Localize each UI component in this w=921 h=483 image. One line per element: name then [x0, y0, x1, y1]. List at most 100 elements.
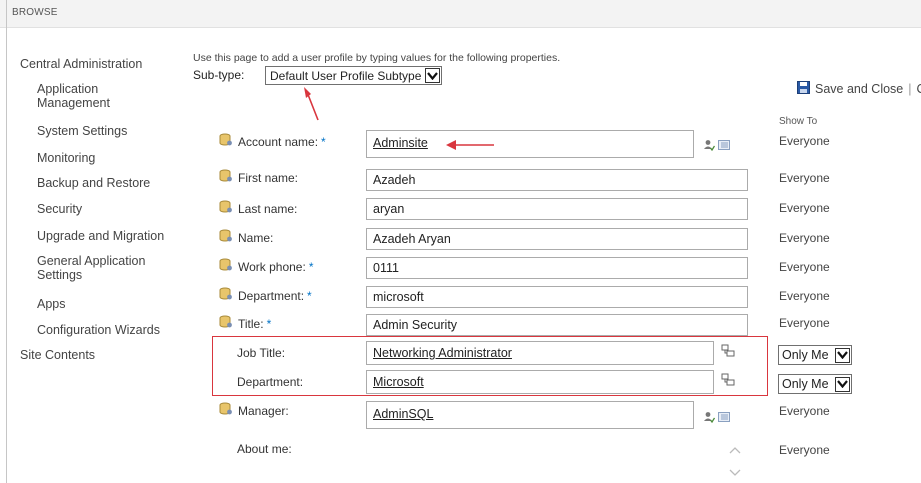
- privacy-select-department[interactable]: Only Me: [778, 374, 852, 394]
- nav-apps[interactable]: Apps: [37, 297, 66, 311]
- subtype-select[interactable]: Default User Profile Subtype: [265, 66, 443, 85]
- show-to-first-name: Everyone: [779, 171, 830, 185]
- database-user-icon: [219, 200, 233, 217]
- work-phone-label: Work phone: *: [219, 258, 314, 275]
- last-name-label: Last name:: [219, 200, 297, 217]
- check-names-icon[interactable]: [703, 139, 716, 154]
- field-value: Networking Administrator: [373, 346, 512, 360]
- required-marker: *: [307, 288, 312, 303]
- show-to-work-phone: Everyone: [779, 260, 830, 274]
- name-label: Name:: [219, 229, 273, 246]
- nav-label-line1: Application: [37, 82, 99, 96]
- show-to-about-me: Everyone: [779, 443, 830, 457]
- check-names-icon[interactable]: [703, 411, 716, 426]
- privacy-select-job-title[interactable]: Only Me: [778, 345, 852, 365]
- field-value: AdminSQL: [373, 407, 434, 421]
- database-user-icon: [219, 229, 233, 246]
- nav-label-line2: Management: [37, 96, 110, 110]
- manager-label: Manager:: [219, 402, 289, 419]
- label-text: Name:: [238, 230, 274, 245]
- database-user-icon: [219, 258, 233, 275]
- field-value: aryan: [373, 202, 405, 216]
- first-name-field[interactable]: Azadeh: [366, 169, 748, 191]
- job-title-label: Job Title:: [237, 346, 286, 360]
- about-me-label: About me:: [237, 442, 292, 456]
- show-to-manager: Everyone: [779, 404, 830, 418]
- department-secondary-field[interactable]: Microsoft: [366, 370, 714, 394]
- policy-icon[interactable]: [721, 373, 735, 390]
- nav-application-management[interactable]: Application Management: [37, 82, 110, 110]
- chevron-down-icon[interactable]: [835, 347, 850, 363]
- privacy-value: Only Me: [782, 377, 829, 391]
- database-user-icon: [219, 402, 233, 419]
- field-value: Azadeh: [373, 173, 416, 187]
- subtype-label: Sub-type:: [193, 68, 245, 82]
- nav-system-settings[interactable]: System Settings: [37, 124, 127, 138]
- nav-central-administration[interactable]: Central Administration: [20, 57, 142, 71]
- department-field[interactable]: microsoft: [366, 286, 748, 308]
- policy-icon[interactable]: [721, 344, 735, 361]
- field-value: Azadeh Aryan: [373, 232, 451, 246]
- browse-address-book-icon[interactable]: [718, 139, 731, 154]
- nav-general-application-settings[interactable]: General Application Settings: [37, 254, 145, 282]
- job-title-field[interactable]: Networking Administrator: [366, 341, 714, 365]
- label-text: Title:: [238, 316, 264, 331]
- scroll-down-icon[interactable]: [729, 466, 741, 480]
- nav-backup-restore[interactable]: Backup and Restore: [37, 176, 150, 190]
- save-toolbar: Save and Close | Ca: [797, 81, 921, 97]
- people-picker-icons: [703, 411, 731, 426]
- field-value: Admin Security: [373, 318, 458, 332]
- title-label: Title: *: [219, 315, 271, 332]
- people-picker-icons: [703, 139, 731, 154]
- browse-address-book-icon[interactable]: [718, 411, 731, 426]
- account-name-field[interactable]: Adminsite: [366, 130, 694, 158]
- required-marker: *: [308, 259, 314, 274]
- department-secondary-label: Department:: [237, 375, 304, 389]
- nav-monitoring[interactable]: Monitoring: [37, 151, 95, 165]
- database-user-icon: [219, 287, 233, 304]
- nav-site-contents[interactable]: Site Contents: [20, 348, 95, 362]
- chevron-down-icon[interactable]: [425, 68, 441, 83]
- label-text: First name:: [238, 170, 299, 185]
- label-text: Account name:: [238, 134, 319, 149]
- department-label: Department: *: [219, 287, 312, 304]
- label-text: Manager:: [238, 403, 289, 418]
- work-phone-field[interactable]: 0111: [366, 257, 748, 279]
- show-to-last-name: Everyone: [779, 201, 830, 215]
- label-text: Last name:: [238, 201, 298, 216]
- label-text: Department:: [238, 288, 305, 303]
- label-text: Work phone:: [238, 259, 306, 274]
- nav-upgrade-migration[interactable]: Upgrade and Migration: [37, 229, 164, 243]
- database-user-icon: [219, 133, 233, 150]
- display-name-field[interactable]: Azadeh Aryan: [366, 228, 748, 250]
- field-value: Microsoft: [373, 375, 424, 389]
- save-disk-icon[interactable]: [797, 81, 810, 97]
- page-description: Use this page to add a user profile by t…: [193, 52, 561, 64]
- nav-security[interactable]: Security: [37, 202, 82, 216]
- show-to-department: Everyone: [779, 289, 830, 303]
- chevron-down-icon[interactable]: [835, 376, 850, 392]
- show-to-name: Everyone: [779, 231, 830, 245]
- required-marker: *: [321, 134, 326, 149]
- cancel-button[interactable]: Ca: [917, 82, 921, 96]
- scroll-up-icon[interactable]: [729, 443, 741, 457]
- show-to-header: Show To: [779, 116, 818, 127]
- save-and-close-button[interactable]: Save and Close: [815, 82, 903, 96]
- field-value: Adminsite: [373, 136, 428, 150]
- first-name-label: First name:: [219, 169, 298, 186]
- database-user-icon: [219, 315, 233, 332]
- privacy-value: Only Me: [782, 348, 829, 362]
- subtype-value: Default User Profile Subtype: [270, 68, 422, 83]
- nav-configuration-wizards[interactable]: Configuration Wizards: [37, 323, 160, 337]
- show-to-account-name: Everyone: [779, 134, 830, 148]
- last-name-field[interactable]: aryan: [366, 198, 748, 220]
- title-field[interactable]: Admin Security: [366, 314, 748, 336]
- field-value: 0111: [373, 261, 399, 275]
- show-to-title: Everyone: [779, 316, 830, 330]
- required-marker: *: [266, 316, 272, 331]
- nav-label-line1: General Application: [37, 254, 146, 268]
- manager-field[interactable]: AdminSQL: [366, 401, 694, 429]
- toolbar-separator: |: [908, 82, 912, 96]
- nav-label-line2: Settings: [37, 268, 83, 282]
- account-name-label: Account name: *: [219, 133, 326, 150]
